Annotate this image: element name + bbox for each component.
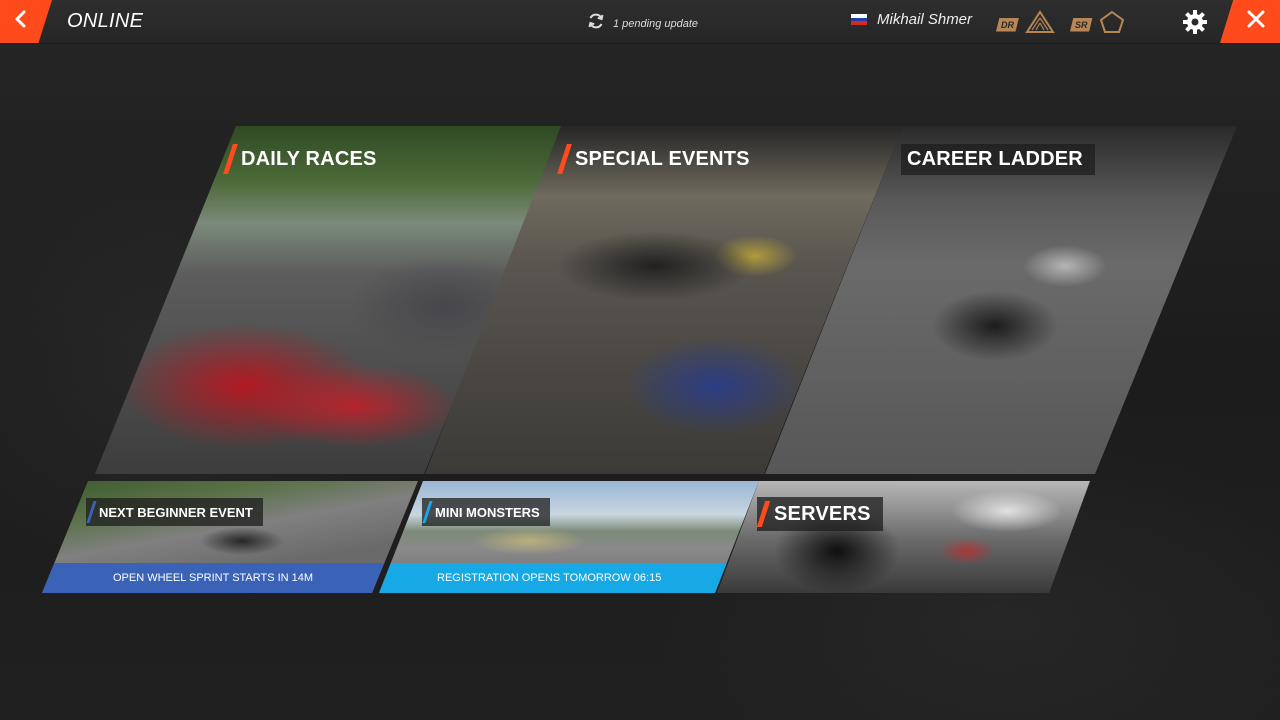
daily-races-label: DAILY RACES bbox=[241, 147, 377, 170]
accent-slash bbox=[422, 501, 433, 523]
username: Mikhail Shmer bbox=[877, 11, 973, 28]
beginner-status-text: OPEN WHEEL SPRINT STARTS IN 14M bbox=[113, 572, 314, 584]
user-profile[interactable]: Mikhail Shmer bbox=[851, 11, 972, 28]
driver-rating[interactable]: DR bbox=[996, 10, 1055, 39]
triangle-rank-icon bbox=[1025, 10, 1055, 39]
next-beginner-event-tile[interactable]: NEXT BEGINNER EVENT OPEN WHEEL SPRINT ST… bbox=[42, 481, 418, 593]
safety-rating[interactable]: SR bbox=[1070, 10, 1125, 39]
sr-badge: SR bbox=[1070, 17, 1093, 32]
servers-heading: SERVERS bbox=[756, 497, 883, 531]
mini-monsters-label: MINI MONSTERS bbox=[435, 504, 540, 520]
pending-update[interactable]: 1 pending update bbox=[587, 12, 698, 35]
close-icon bbox=[1246, 9, 1266, 34]
russia-flag-icon bbox=[851, 14, 867, 26]
accent-slash bbox=[756, 501, 771, 527]
daily-races-heading: DAILY RACES bbox=[223, 144, 377, 174]
top-bar: ONLINE 1 pending update Mikhail Shmer DR bbox=[0, 0, 1280, 44]
accent-slash bbox=[86, 501, 97, 523]
chevron-left-icon bbox=[13, 10, 27, 33]
special-events-heading: SPECIAL EVENTS bbox=[557, 144, 750, 174]
gear-icon[interactable] bbox=[1182, 9, 1208, 40]
accent-slash bbox=[223, 144, 238, 174]
career-ladder-label: CAREER LADDER bbox=[907, 148, 1083, 170]
dr-badge: DR bbox=[996, 17, 1019, 32]
mini-monsters-heading: MINI MONSTERS bbox=[422, 498, 550, 526]
next-beginner-event-label: NEXT BEGINNER EVENT bbox=[99, 504, 253, 520]
close-button[interactable] bbox=[1220, 0, 1280, 43]
servers-tile[interactable]: SERVERS bbox=[717, 481, 1090, 593]
next-beginner-event-heading: NEXT BEGINNER EVENT bbox=[86, 498, 263, 526]
refresh-icon bbox=[587, 12, 605, 35]
beginner-status-bar: OPEN WHEEL SPRINT STARTS IN 14M bbox=[42, 563, 418, 593]
career-ladder-heading: CAREER LADDER bbox=[901, 144, 1095, 175]
mini-monsters-tile[interactable]: MINI MONSTERS REGISTRATION OPENS TOMORRO… bbox=[379, 481, 759, 593]
page-title: ONLINE bbox=[67, 10, 144, 32]
update-text: 1 pending update bbox=[613, 17, 699, 30]
servers-label: SERVERS bbox=[774, 502, 871, 525]
accent-slash bbox=[557, 144, 572, 174]
special-events-label: SPECIAL EVENTS bbox=[575, 147, 750, 170]
mini-monsters-status-text: REGISTRATION OPENS TOMORROW 06:15 bbox=[437, 572, 662, 584]
pentagon-rank-icon bbox=[1099, 10, 1125, 39]
back-button[interactable] bbox=[0, 0, 52, 43]
mini-monsters-status-bar: REGISTRATION OPENS TOMORROW 06:15 bbox=[379, 563, 759, 593]
